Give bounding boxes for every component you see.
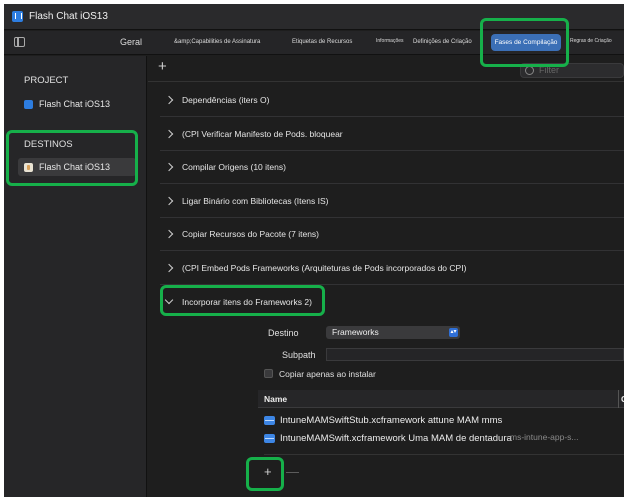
phase-link-binary[interactable]: Ligar Binário com Bibliotecas (Itens IS)	[160, 185, 624, 218]
sidebar-item-label: Flash Chat iOS13	[39, 99, 111, 109]
phase-copy-bundle-resources[interactable]: Copiar Recursos do Pacote (7 itens)	[160, 218, 624, 251]
tab-build-rules[interactable]: Regras de Criação	[570, 38, 612, 44]
tab-resource-tags[interactable]: Etiquetas de Recursos	[292, 39, 352, 45]
sidebar-toggle-icon[interactable]	[14, 37, 25, 47]
destination-value: Frameworks	[332, 327, 379, 337]
phase-compile-sources[interactable]: Compilar Origens (10 itens)	[160, 151, 624, 184]
chevron-right-icon[interactable]	[164, 229, 174, 239]
xcframework-icon	[264, 433, 275, 443]
project-navigator: PROJECT Flash Chat iOS13 DESTINOS Flash …	[4, 56, 147, 497]
subpath-label: Subpath	[282, 350, 316, 360]
highlight-target	[6, 130, 138, 186]
phase-check-pods-manifest[interactable]: (CPI Verificar Manifesto de Pods. bloque…	[160, 118, 624, 151]
tab-signing-capabilities[interactable]: &amp;Capabilities de Assinatura	[174, 39, 260, 45]
table-footer-divider	[264, 454, 624, 455]
framework-path: ms-intune-app-s...	[510, 432, 579, 442]
tab-build-settings[interactable]: Definições de Criação	[413, 39, 472, 45]
phase-dependencies[interactable]: Dependências (iters O)	[160, 84, 624, 117]
xcode-window: Flash Chat iOS13 Geral &amp;Capabilities…	[4, 4, 624, 497]
copy-only-when-installing-label: Copiar apenas ao instalar	[279, 369, 376, 379]
column-divider[interactable]	[618, 390, 619, 408]
phase-label: Dependências (iters O)	[182, 95, 270, 105]
phase-label: Copiar Recursos do Pacote (7 itens)	[182, 229, 320, 239]
xcode-project-icon	[12, 11, 23, 22]
phase-label: Ligar Binário com Bibliotecas (Itens IS)	[182, 196, 329, 206]
select-arrows-icon: ▴▾	[449, 328, 458, 337]
framework-name: IntuneMAMSwift.xcframework Uma MAM de de…	[280, 432, 512, 444]
chevron-right-icon[interactable]	[164, 196, 174, 206]
sidebar-item-project[interactable]: Flash Chat iOS13	[18, 95, 136, 113]
project-icon	[24, 99, 33, 109]
phase-label: (CPI Verificar Manifesto de Pods. bloque…	[182, 129, 343, 139]
highlight-embed-frameworks	[160, 285, 325, 316]
subpath-input[interactable]	[326, 348, 624, 361]
phase-embed-pods-frameworks[interactable]: (CPI Embed Pods Frameworks (Arquiteturas…	[160, 252, 624, 285]
chevron-right-icon[interactable]	[164, 162, 174, 172]
destination-select[interactable]: Frameworks ▴▾	[326, 326, 460, 339]
remove-framework-button[interactable]: —	[286, 464, 299, 479]
highlight-build-phases-tab	[480, 18, 569, 67]
add-build-phase-button[interactable]: +	[158, 59, 167, 75]
chevron-right-icon[interactable]	[164, 129, 174, 139]
window-title: Flash Chat iOS13	[29, 11, 108, 22]
project-section-header: PROJECT	[24, 75, 69, 86]
framework-name: IntuneMAMSwiftStub.xcframework attune MA…	[280, 414, 503, 426]
chevron-right-icon[interactable]	[164, 263, 174, 273]
table-row[interactable]: IntuneMAMSwiftStub.xcframework attune MA…	[264, 411, 624, 429]
xcframework-icon	[264, 415, 275, 425]
filter-icon	[525, 66, 534, 75]
tab-general[interactable]: Geral	[120, 37, 142, 47]
chevron-right-icon[interactable]	[164, 95, 174, 105]
destination-label: Destino	[268, 328, 299, 338]
phase-label: (CPI Embed Pods Frameworks (Arquiteturas…	[182, 263, 467, 273]
phase-label: Compilar Origens (10 itens)	[182, 162, 286, 172]
build-phases-editor: + Filter Dependências (iters O) (CPI Ver…	[148, 56, 624, 497]
table-header-name[interactable]: Name	[258, 390, 624, 408]
copy-only-when-installing-checkbox[interactable]	[264, 369, 273, 378]
tab-info[interactable]: Informações	[376, 38, 404, 44]
highlight-add-framework	[246, 457, 284, 491]
